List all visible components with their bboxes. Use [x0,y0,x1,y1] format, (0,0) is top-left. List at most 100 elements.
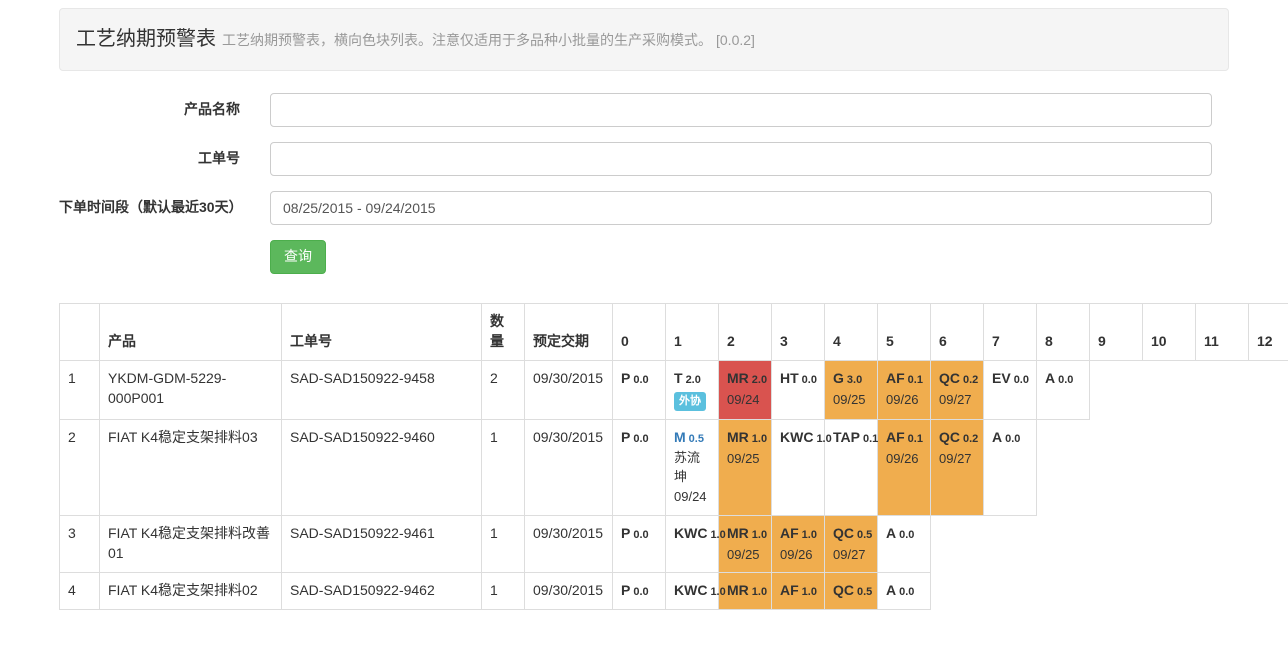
table-row: 3FIAT K4稳定支架排料改善01SAD-SAD150922-9461109/… [60,515,1288,573]
process-code: A [1045,370,1055,386]
process-date: 09/26 [886,450,922,469]
process-cell: QC0.209/27 [931,420,984,516]
product-name-input[interactable] [270,93,1212,127]
empty-cell [1090,360,1288,420]
process-value: 1.0 [710,586,725,598]
process-value: 0.0 [899,586,914,598]
empty-cell [931,515,1288,573]
process-code: P [621,429,630,445]
process-cell: TAP0.1 [825,420,878,516]
column-header-index [60,303,100,360]
process-value: 0.0 [1005,433,1020,445]
column-header-day: 3 [772,303,825,360]
process-code: KWC [780,429,813,445]
process-value: 1.0 [802,529,817,541]
process-code: TAP [833,429,860,445]
product-name-label: 产品名称 [59,93,240,127]
work-order-cell: SAD-SAD150922-9461 [282,515,482,573]
process-code: QC [939,429,960,445]
column-header-day: 11 [1196,303,1249,360]
process-value: 2.0 [686,374,701,386]
process-cell: QC0.509/27 [825,515,878,573]
process-cell: P0.0 [613,360,666,420]
form-row-product: 产品名称 [59,93,1212,127]
process-cell: MR2.009/24 [719,360,772,420]
person-name: 苏流坤 [674,449,710,486]
table-row: 1YKDM-GDM-5229-000P001SAD-SAD150922-9458… [60,360,1288,420]
empty-cell [1037,420,1288,516]
delivery-date-cell: 09/30/2015 [525,420,613,516]
process-code[interactable]: M [674,429,686,445]
process-cell: KWC1.0 [666,515,719,573]
process-cell: A0.0 [1037,360,1090,420]
process-code: QC [833,582,854,598]
page-title: 工艺纳期预警表 [76,28,216,50]
process-code: T [674,370,683,386]
process-cell: MR1.009/25 [719,420,772,516]
process-date: 09/27 [939,391,975,410]
date-range-input[interactable] [270,191,1212,225]
process-date: 09/24 [674,488,710,507]
process-code: G [833,370,844,386]
warning-table: 产品工单号数量预定交期0123456789101112 1YKDM-GDM-52… [59,303,1288,611]
row-index: 1 [60,360,100,420]
query-button[interactable]: 查询 [270,240,326,274]
process-code: MR [727,370,749,386]
process-cell: HT0.0 [772,360,825,420]
page-version: [0.0.2] [716,32,755,48]
process-cell: KWC1.0 [772,420,825,516]
process-code: P [621,370,630,386]
product-cell: YKDM-GDM-5229-000P001 [100,360,282,420]
process-code: KWC [674,525,707,541]
process-code: AF [780,582,799,598]
row-index: 4 [60,573,100,610]
work-order-cell: SAD-SAD150922-9460 [282,420,482,516]
delivery-date-cell: 09/30/2015 [525,360,613,420]
table-row: 4FIAT K4稳定支架排料02SAD-SAD150922-9462109/30… [60,573,1288,610]
column-header-day: 8 [1037,303,1090,360]
process-date: 09/25 [727,546,763,565]
process-value: 0.0 [633,529,648,541]
process-cell: A0.0 [984,420,1037,516]
process-cell: A0.0 [878,573,931,610]
process-cell: MR1.0 [719,573,772,610]
process-cell: M0.5 苏流坤 09/24 [666,420,719,516]
process-date: 09/27 [939,450,975,469]
product-cell: FIAT K4稳定支架排料02 [100,573,282,610]
process-value: 0.2 [963,374,978,386]
badge-wrap: 外协 [674,389,710,412]
process-value: 0.0 [899,529,914,541]
process-value: 3.0 [847,374,862,386]
process-cell: AF1.0 [772,573,825,610]
process-cell: P0.0 [613,515,666,573]
process-code: AF [886,429,905,445]
process-value: 2.0 [752,374,767,386]
work-order-cell: SAD-SAD150922-9462 [282,573,482,610]
column-header-product: 产品 [100,303,282,360]
process-value: 0.5 [857,586,872,598]
process-date: 09/26 [780,546,816,565]
process-cell: AF1.0 09/26 [772,515,825,573]
process-date: 09/25 [727,450,763,469]
quantity-cell: 1 [482,573,525,610]
process-code: AF [780,525,799,541]
column-header-day: 5 [878,303,931,360]
date-range-label: 下单时间段（默认最近30天） [59,191,240,225]
process-date: 09/26 [886,391,922,410]
column-header-day: 2 [719,303,772,360]
column-header-delivery: 预定交期 [525,303,613,360]
process-value[interactable]: 0.5 [689,433,704,445]
process-value: 1.0 [752,433,767,445]
process-value: 1.0 [802,586,817,598]
page-subtitle: 工艺纳期预警表，横向色块列表。注意仅适用于多品种小批量的生产采购模式。 [222,32,712,48]
work-order-input[interactable] [270,142,1212,176]
column-header-day: 12 [1249,303,1288,360]
process-code: P [621,582,630,598]
process-code: P [621,525,630,541]
process-value: 0.0 [633,374,648,386]
process-cell: MR1.009/25 [719,515,772,573]
form-row-date-range: 下单时间段（默认最近30天） [59,191,1212,225]
process-value: 1.0 [710,529,725,541]
process-cell: KWC1.0 [666,573,719,610]
column-header-day: 1 [666,303,719,360]
